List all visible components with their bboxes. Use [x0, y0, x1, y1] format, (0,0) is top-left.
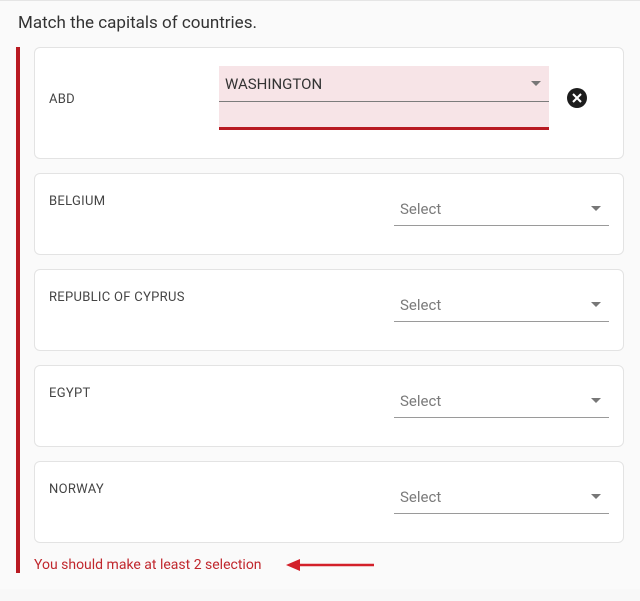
- match-row-norway: NORWAY Select: [34, 461, 624, 543]
- match-row-abd: ABD WASHINGTON: [34, 47, 624, 159]
- chevron-down-icon: [591, 206, 601, 211]
- country-label: REPUBLIC OF CYPRUS: [49, 288, 394, 305]
- select-error-underline: [219, 102, 549, 130]
- validation-text: You should make at least 2 selection: [34, 557, 262, 573]
- chevron-down-icon: [591, 398, 601, 403]
- capital-select-egypt[interactable]: Select: [394, 384, 609, 418]
- chevron-down-icon: [591, 302, 601, 307]
- selected-value: WASHINGTON: [225, 75, 322, 93]
- capital-select-abd[interactable]: WASHINGTON: [219, 66, 549, 130]
- country-label: NORWAY: [49, 480, 394, 497]
- chevron-down-icon: [531, 81, 541, 86]
- match-row-cyprus: REPUBLIC OF CYPRUS Select: [34, 269, 624, 351]
- validation-message: You should make at least 2 selection: [34, 557, 624, 573]
- country-label: ABD: [49, 90, 219, 107]
- question-title: Match the capitals of countries.: [18, 13, 624, 33]
- select-placeholder: Select: [400, 200, 441, 218]
- match-row-egypt: EGYPT Select: [34, 365, 624, 447]
- annotation-arrow-icon: [286, 558, 376, 572]
- select-placeholder: Select: [400, 392, 441, 410]
- select-placeholder: Select: [400, 296, 441, 314]
- match-row-belgium: BELGIUM Select: [34, 173, 624, 255]
- cancel-icon: [572, 93, 582, 103]
- capital-select-belgium[interactable]: Select: [394, 192, 609, 226]
- country-label: BELGIUM: [49, 192, 394, 209]
- clear-selection-button[interactable]: [567, 88, 587, 108]
- capital-select-norway[interactable]: Select: [394, 480, 609, 514]
- capital-select-cyprus[interactable]: Select: [394, 288, 609, 322]
- chevron-down-icon: [591, 494, 601, 499]
- country-label: EGYPT: [49, 384, 394, 401]
- matching-block: ABD WASHINGTON BELGI: [16, 47, 624, 573]
- select-placeholder: Select: [400, 488, 441, 506]
